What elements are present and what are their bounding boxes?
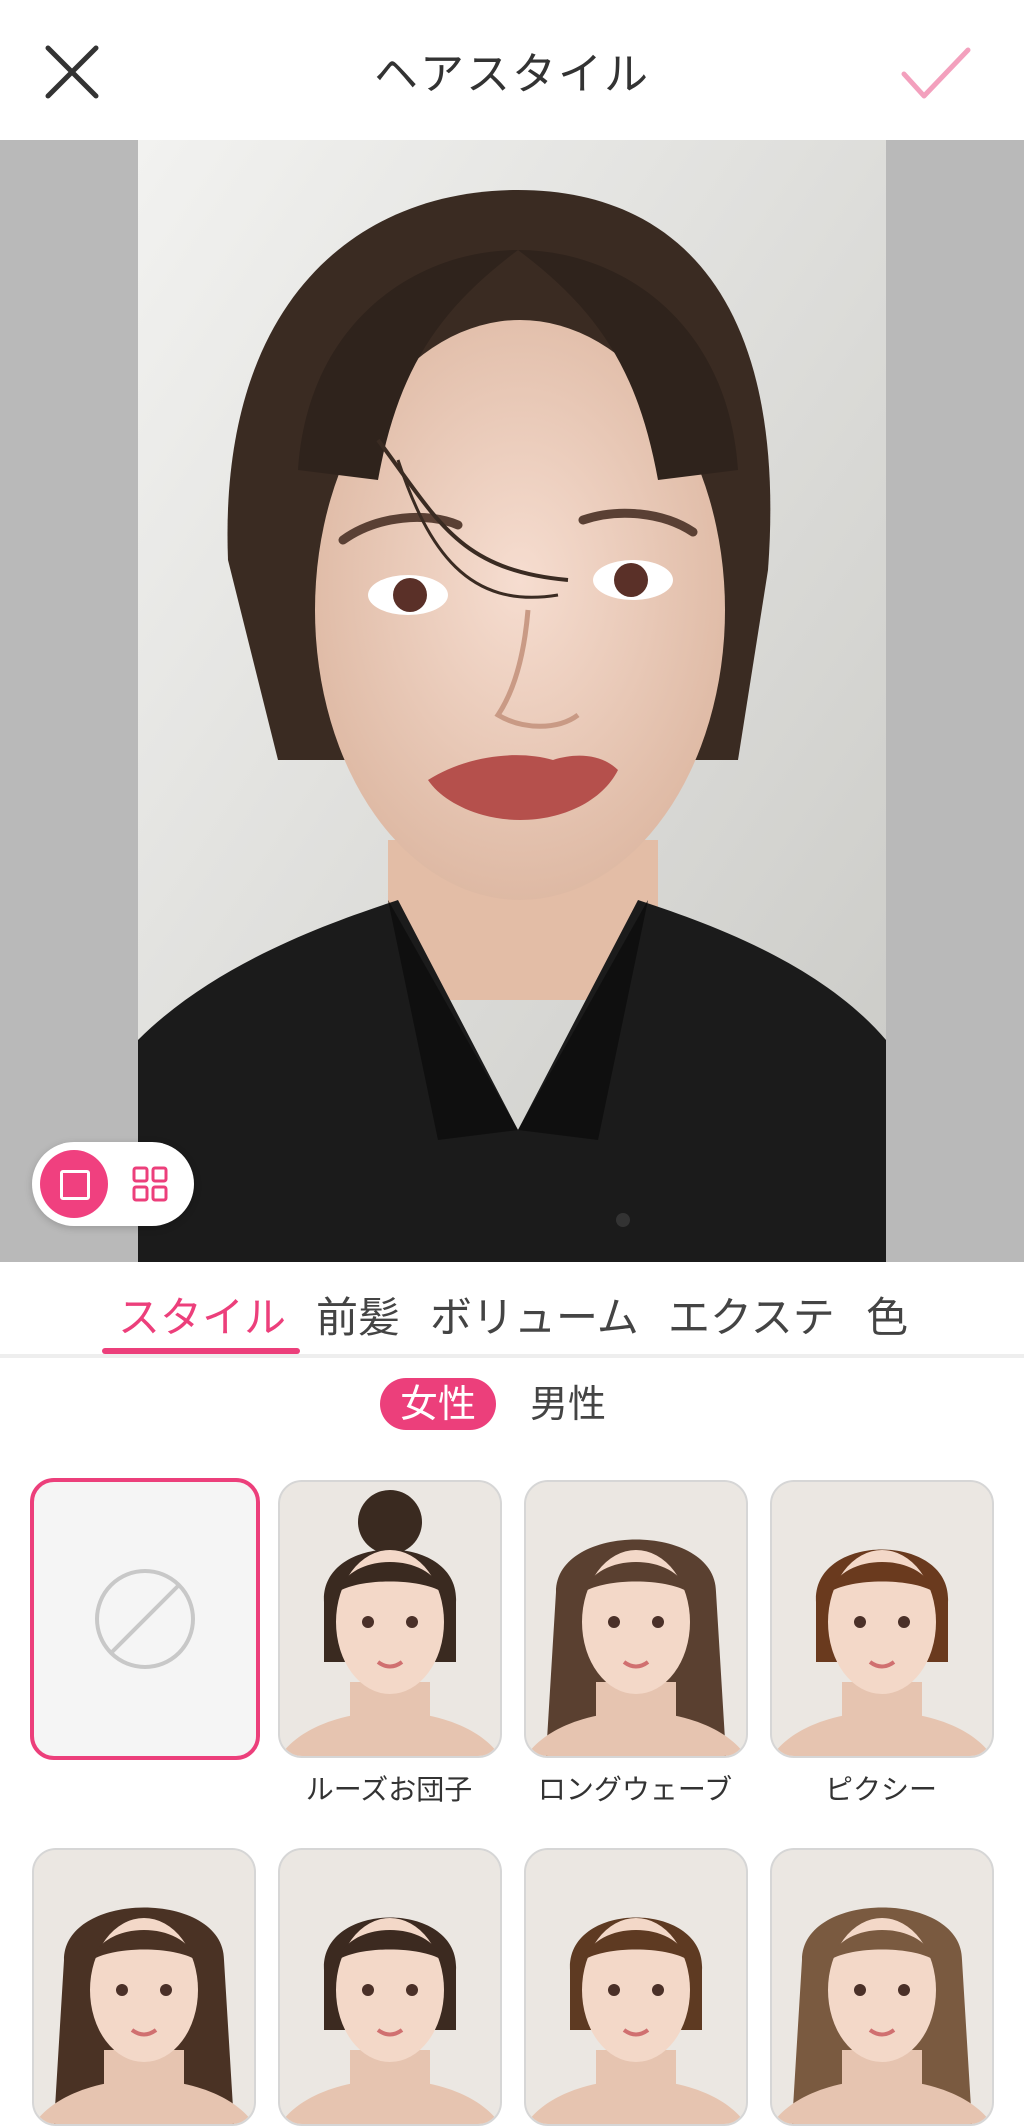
tab-extensions[interactable]: エクステ xyxy=(668,1284,835,1345)
style-label: ルーズお団子 xyxy=(305,1773,473,1806)
single-view-button[interactable] xyxy=(40,1150,108,1218)
hairstyle-thumbnail xyxy=(772,1850,992,2124)
none-icon xyxy=(95,1569,195,1669)
style-tile[interactable] xyxy=(770,1848,994,2126)
tab-color[interactable]: 色 xyxy=(866,1284,908,1345)
hairstyle-thumbnail xyxy=(526,1850,746,2124)
square-icon xyxy=(60,1170,90,1200)
hairstyle-thumbnail xyxy=(280,1850,500,2124)
gender-female-button[interactable]: 女性 xyxy=(380,1378,496,1430)
tab-bangs[interactable]: 前髪 xyxy=(316,1284,400,1345)
category-tabs: スタイル 前髪 ボリューム エクステ 色 xyxy=(0,1262,1024,1358)
grid-view-icon[interactable] xyxy=(132,1166,168,1202)
style-tile[interactable] xyxy=(278,1848,502,2126)
gender-male-button[interactable]: 男性 xyxy=(530,1378,606,1430)
view-mode-toggle[interactable] xyxy=(32,1142,194,1226)
hairstyle-thumbnail xyxy=(34,1850,254,2124)
style-tile[interactable] xyxy=(524,1848,748,2126)
style-tile-pixie[interactable] xyxy=(770,1480,994,1758)
check-icon[interactable] xyxy=(900,44,972,104)
style-label: ピクシー xyxy=(824,1773,937,1806)
hairstyle-thumbnail xyxy=(772,1482,992,1756)
tab-style[interactable]: スタイル xyxy=(118,1284,286,1345)
style-tile-loose-bun[interactable] xyxy=(278,1480,502,1758)
style-label: ロングウェーブ xyxy=(537,1773,733,1806)
tab-divider xyxy=(0,1354,1024,1358)
hairstyle-thumbnail xyxy=(526,1482,746,1756)
portrait-photo xyxy=(138,140,886,1262)
style-tile-long-wave[interactable] xyxy=(524,1480,748,1758)
style-tile[interactable] xyxy=(32,1848,256,2126)
page-title: ヘアスタイル xyxy=(374,49,650,100)
no-style-tile[interactable] xyxy=(30,1478,260,1760)
photo-preview xyxy=(0,140,1024,1262)
top-bar: ヘアスタイル xyxy=(0,0,1024,140)
hairstyle-thumbnail xyxy=(280,1482,500,1756)
tab-volume[interactable]: ボリューム xyxy=(430,1284,639,1345)
active-tab-indicator xyxy=(102,1348,300,1354)
